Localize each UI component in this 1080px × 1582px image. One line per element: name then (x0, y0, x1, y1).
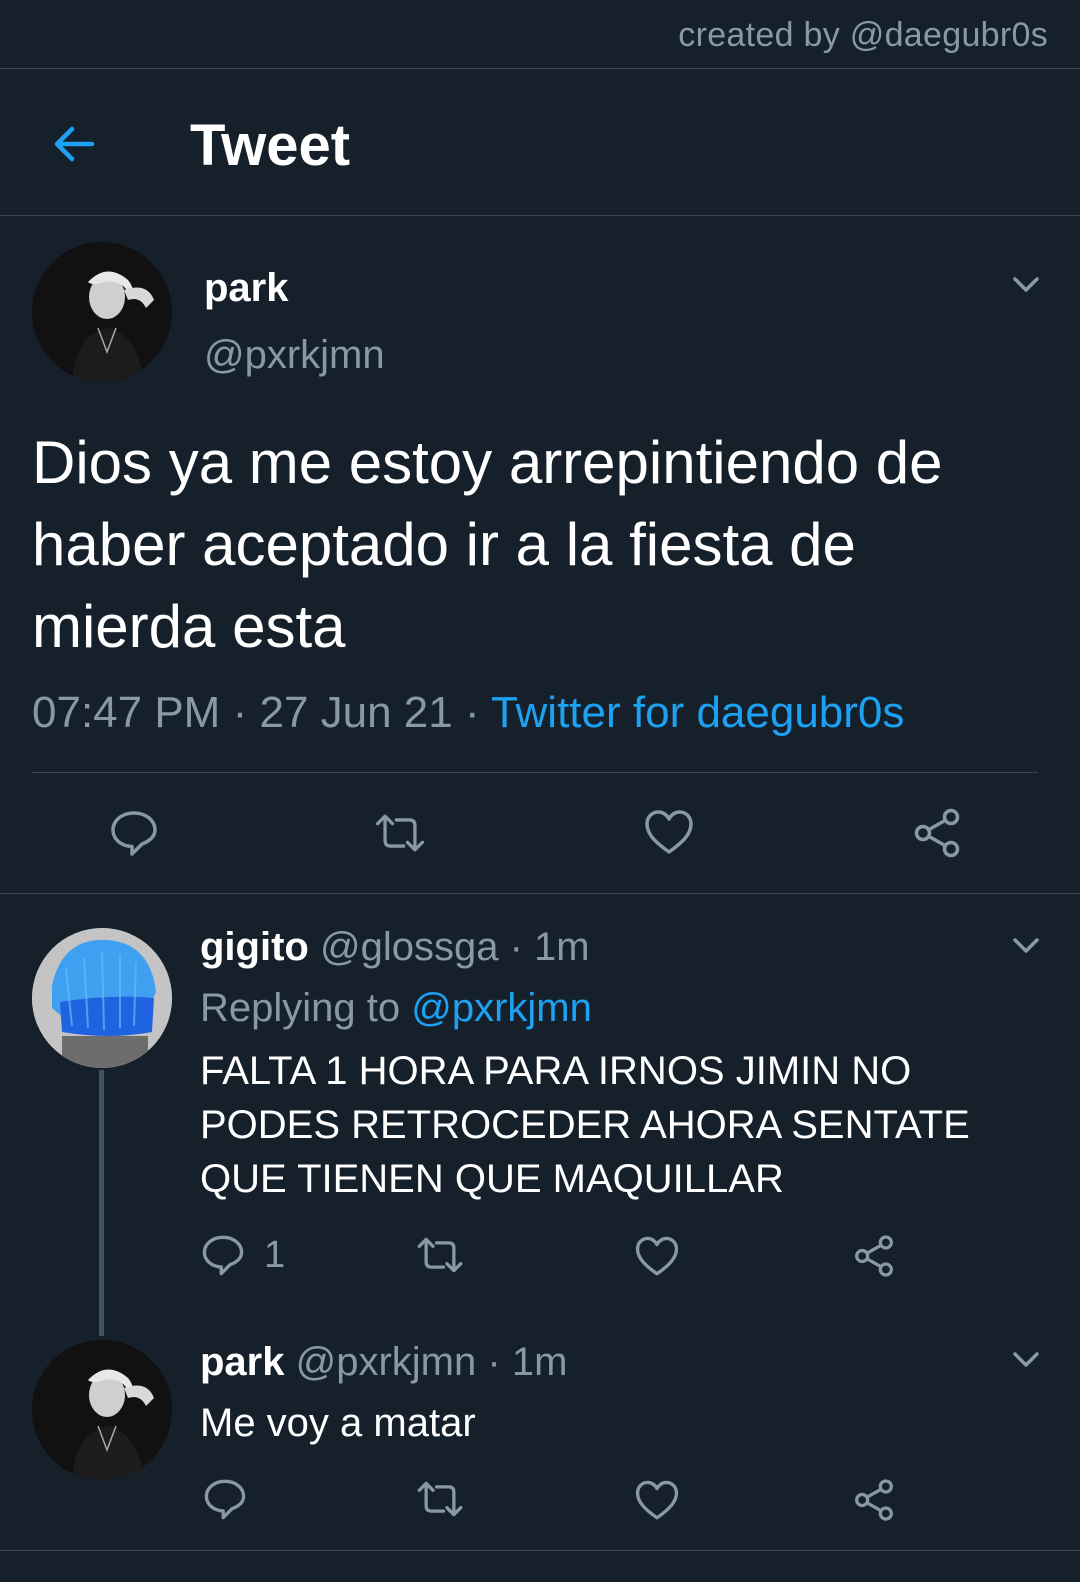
avatar[interactable] (32, 928, 172, 1068)
header-divider (0, 215, 1080, 216)
share-button[interactable] (852, 1234, 896, 1283)
author-handle[interactable]: @pxrkjmn (296, 1340, 477, 1384)
author-name[interactable]: park (200, 1340, 285, 1384)
share-icon (855, 1479, 893, 1521)
share-button[interactable] (852, 1478, 896, 1527)
avatar-photo (32, 928, 172, 1068)
like-button[interactable] (634, 1234, 680, 1285)
chevron-down-icon (1013, 277, 1039, 292)
heart-icon (635, 1480, 679, 1520)
back-button[interactable] (48, 118, 100, 170)
author-handle[interactable]: @pxrkjmn (204, 333, 385, 378)
reply-age: 1m (511, 1340, 568, 1384)
meta-separator: · (509, 925, 523, 969)
retweet-button[interactable] (372, 805, 428, 861)
retweet-button[interactable] (414, 1232, 466, 1283)
like-button[interactable] (634, 1478, 680, 1529)
comment-icon (111, 811, 157, 856)
avatar-photo (32, 242, 172, 382)
share-icon (855, 1235, 893, 1277)
heart-icon (645, 810, 693, 854)
retweet-button[interactable] (414, 1476, 466, 1527)
reply-button[interactable] (202, 1476, 248, 1527)
tweet-menu-button[interactable] (1008, 927, 1044, 963)
chevron-down-icon (1013, 938, 1039, 953)
reply-count: 1 (264, 1233, 286, 1276)
replying-to: Replying to @pxrkjmn (200, 986, 592, 1031)
like-button[interactable] (641, 805, 697, 861)
meta-separator: · (487, 1340, 501, 1384)
page-title: Tweet (190, 113, 351, 178)
reply-text: Me voy a matar (200, 1401, 476, 1445)
tweet-menu-button[interactable] (1008, 266, 1044, 302)
comment-icon (202, 1235, 244, 1276)
tweet-date: 27 Jun 21 (259, 688, 453, 737)
actions-divider (0, 893, 1080, 894)
avatar[interactable] (32, 1340, 172, 1480)
comment-icon (204, 1479, 246, 1520)
retweet-icon (417, 1237, 463, 1273)
tweet-meta: 07:47 PM · 27 Jun 21 · Twitter for daegu… (32, 688, 904, 738)
meta-separator: · (232, 688, 248, 737)
avatar[interactable] (32, 242, 172, 382)
retweet-icon (417, 1481, 463, 1517)
reply-age: 1m (534, 925, 590, 969)
heart-icon (635, 1236, 679, 1276)
tweet-menu-button[interactable] (1008, 1341, 1044, 1377)
reply-text: FALTA 1 HORA PARA IRNOS JIMIN NO PODES R… (200, 1049, 970, 1201)
reply-button[interactable] (106, 805, 162, 861)
replying-handle-link[interactable]: @pxrkjmn (411, 986, 592, 1030)
meta-divider (32, 772, 1038, 773)
top-divider (0, 68, 1080, 69)
share-button[interactable] (909, 805, 965, 861)
author-name[interactable]: park (204, 266, 289, 311)
tweet-source-link[interactable]: Twitter for daegubr0s (491, 688, 904, 737)
thread-line (99, 1070, 104, 1336)
replying-prefix: Replying to (200, 986, 401, 1030)
meta-separator: · (464, 688, 480, 737)
tweet-text: Dios ya me estoy arrepintiendo de haber … (32, 429, 943, 660)
share-icon (914, 808, 960, 858)
chevron-down-icon (1013, 1352, 1039, 1367)
retweet-icon (375, 814, 425, 852)
avatar-photo (32, 1340, 172, 1480)
reply-header: park @pxrkjmn · 1m (200, 1340, 567, 1385)
author-handle[interactable]: @glossga (320, 925, 498, 969)
reply-button[interactable]: 1 (200, 1232, 285, 1278)
reply-header: gigito @glossga · 1m (200, 925, 590, 970)
tweet-time: 07:47 PM (32, 688, 221, 737)
bottom-divider (0, 1550, 1080, 1551)
author-name[interactable]: gigito (200, 925, 309, 969)
creator-credit: created by @daegubr0s (678, 16, 1048, 54)
arrow-left-icon (54, 126, 95, 162)
